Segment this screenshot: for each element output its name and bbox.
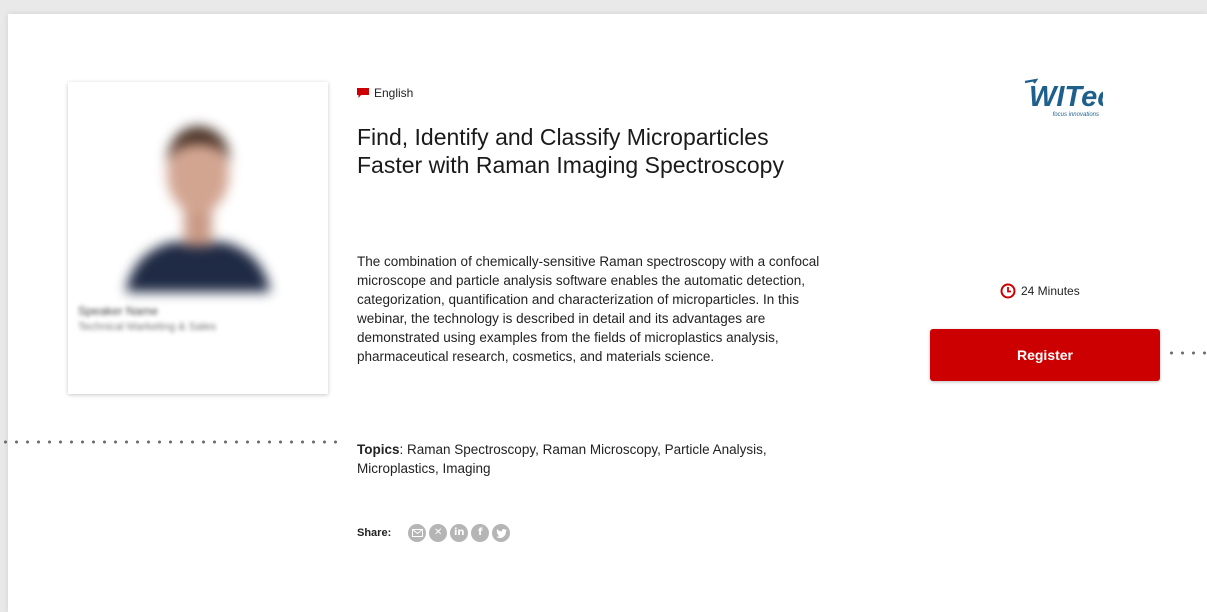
share-label: Share: (357, 527, 392, 539)
duration-text: 24 Minutes (1021, 284, 1080, 298)
speaker-card[interactable]: Speaker Name Technical Marketing & Sales (68, 82, 328, 394)
xing-icon[interactable]: ✕ (429, 524, 448, 542)
language-label: English (357, 86, 413, 100)
speaker-role: Technical Marketing & Sales (78, 321, 217, 333)
clock-icon (1000, 283, 1016, 299)
speaker-name: Speaker Name (78, 304, 159, 318)
webinar-description: The combination of chemically-sensitive … (357, 254, 820, 364)
facebook-icon[interactable]: f (471, 524, 490, 542)
twitter-icon[interactable] (492, 524, 511, 542)
speech-bubble-icon (357, 88, 369, 98)
topics-list: : Raman Spectroscopy, Raman Microscopy, … (357, 442, 767, 476)
register-button[interactable]: Register (930, 329, 1160, 381)
topics-label: Topics (357, 442, 400, 457)
email-icon[interactable] (408, 524, 427, 542)
language-text: English (374, 86, 414, 100)
webinar-topics: Topics: Raman Spectroscopy, Raman Micros… (357, 440, 837, 478)
logo-tagline: focus innovations (1053, 112, 1099, 118)
webinar-title: Find, Identify and Classify Microparticl… (357, 124, 784, 178)
linkedin-icon[interactable]: in (450, 524, 469, 542)
dotted-connector-right (1166, 351, 1207, 355)
witec-logo[interactable]: WITec focus innovations (1023, 76, 1103, 120)
logo-text: WITec (1029, 81, 1103, 113)
dotted-connector-left (0, 440, 345, 444)
speaker-info: Speaker Name Technical Marketing & Sales (78, 304, 318, 333)
duration-info: 24 Minutes (1000, 283, 1080, 299)
share-bar: Share: ✕ in f (357, 524, 511, 542)
